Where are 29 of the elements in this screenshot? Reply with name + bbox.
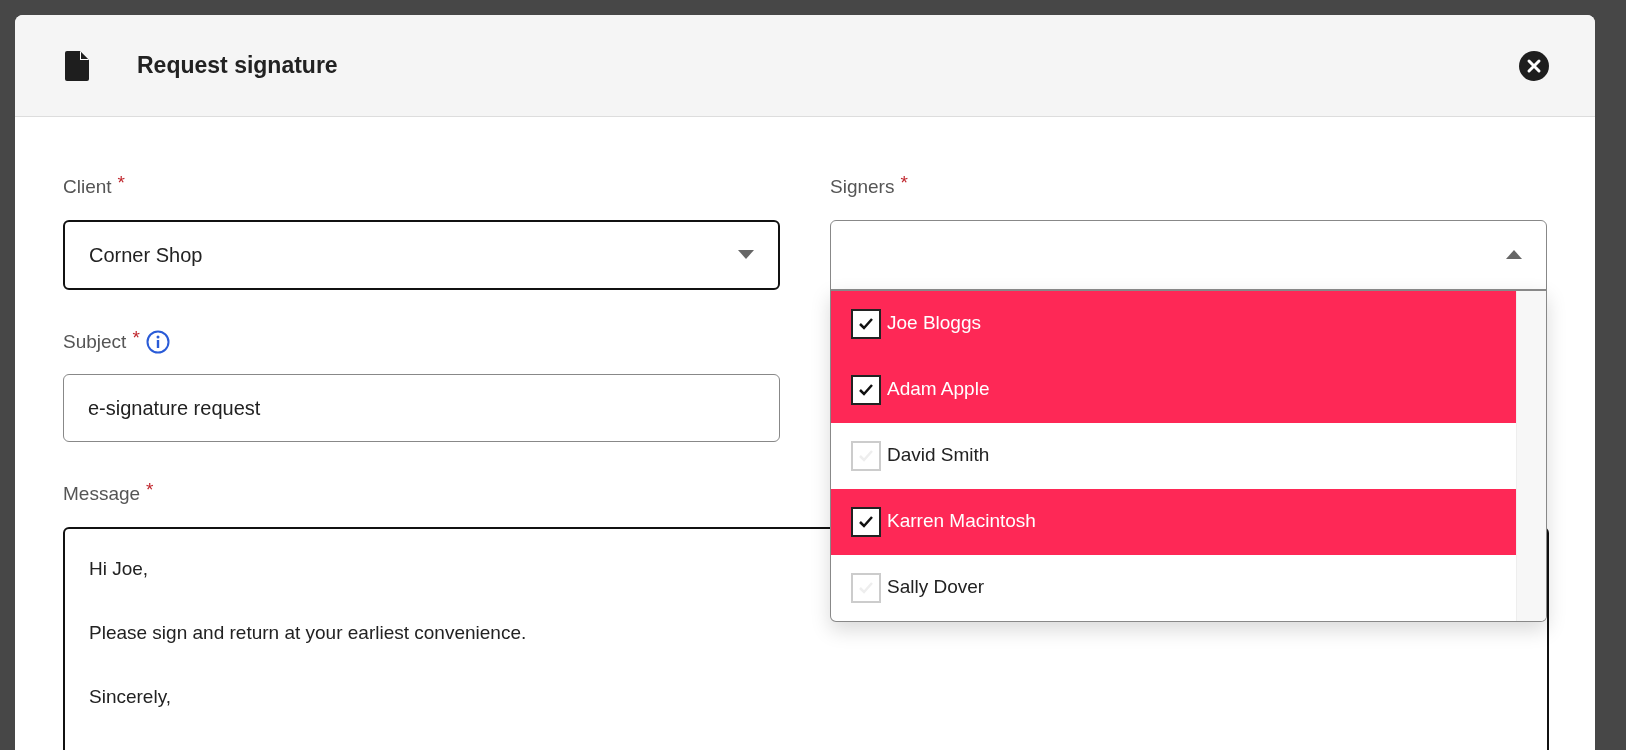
required-asterisk: * [146, 478, 154, 502]
checkmark-icon [858, 316, 874, 331]
client-select[interactable]: Corner Shop [63, 219, 780, 290]
field-label: Subject [63, 329, 127, 354]
signer-option[interactable]: Joe Bloggs [831, 290, 1516, 357]
selected-value: Corner Shop [89, 242, 203, 268]
checkmark-icon [858, 382, 874, 397]
checkmark-icon [858, 514, 874, 529]
checkbox[interactable] [851, 374, 881, 405]
caret-down-icon [738, 250, 754, 259]
close-button[interactable] [1519, 50, 1549, 81]
caret-up-icon [1506, 250, 1522, 259]
signer-option[interactable]: Adam Apple [831, 356, 1516, 423]
info-icon[interactable] [145, 329, 170, 354]
field-label: Message [63, 482, 141, 506]
document-icon [65, 50, 89, 81]
required-asterisk: * [117, 171, 125, 195]
checkbox[interactable] [851, 308, 881, 339]
signers-select[interactable] [830, 219, 1547, 290]
field-label: Client [63, 175, 112, 199]
signer-option[interactable]: Karren Macintosh [831, 488, 1516, 555]
required-asterisk: * [132, 325, 140, 350]
dialog-title: Request signature [137, 51, 338, 81]
signer-option[interactable]: Sally Dover [831, 554, 1516, 621]
signer-option[interactable]: David Smith [831, 422, 1516, 489]
subject-input[interactable]: e-signature request [63, 374, 780, 442]
checkbox[interactable] [851, 506, 881, 537]
required-asterisk: * [900, 171, 908, 195]
field-label: Signers [830, 175, 895, 199]
